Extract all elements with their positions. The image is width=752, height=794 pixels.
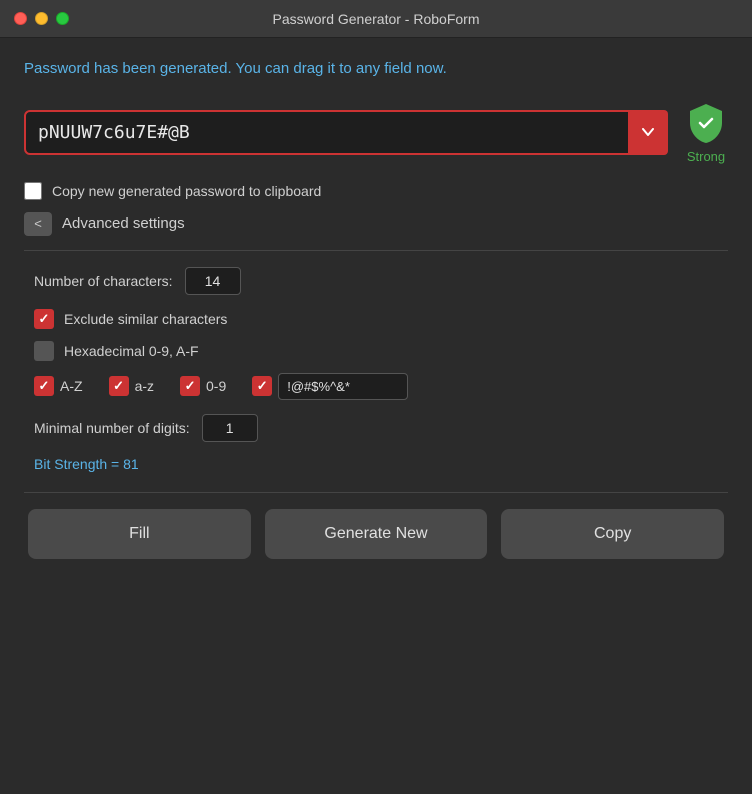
special-chars-group: ✓ xyxy=(252,373,408,400)
num-chars-row: Number of characters: xyxy=(34,267,728,295)
close-button[interactable] xyxy=(14,12,27,25)
digits-group: ✓ 0-9 xyxy=(180,376,226,396)
clipboard-checkbox-row: Copy new generated password to clipboard xyxy=(24,182,728,200)
shield-icon xyxy=(684,101,728,145)
password-row: Strong xyxy=(24,101,728,164)
maximize-button[interactable] xyxy=(56,12,69,25)
az-lower-group: ✓ a-z xyxy=(109,376,154,396)
strength-label: Strong xyxy=(687,149,725,164)
checkmark-icon: ✓ xyxy=(39,311,50,327)
minimize-button[interactable] xyxy=(35,12,48,25)
az-checkmark-icon: ✓ xyxy=(39,378,50,394)
num-chars-label: Number of characters: xyxy=(34,273,173,289)
exclude-similar-label: Exclude similar characters xyxy=(64,311,227,327)
clipboard-checkbox[interactable] xyxy=(24,182,42,200)
min-digits-label: Minimal number of digits: xyxy=(34,420,190,436)
digits-checkmark-icon: ✓ xyxy=(185,378,196,394)
main-content: Password has been generated. You can dra… xyxy=(0,38,752,579)
num-chars-input[interactable] xyxy=(185,267,241,295)
digits-label: 0-9 xyxy=(206,378,226,394)
bit-strength: Bit Strength = 81 xyxy=(34,456,728,472)
special-chars-input[interactable] xyxy=(278,373,408,400)
char-type-row: ✓ A-Z ✓ a-z ✓ 0-9 ✓ xyxy=(34,373,728,400)
az-lower-checkmark-icon: ✓ xyxy=(113,378,124,394)
password-dropdown-button[interactable] xyxy=(628,110,668,155)
hexadecimal-row: Hexadecimal 0-9, A-F xyxy=(34,341,728,361)
password-input-wrapper xyxy=(24,110,668,155)
status-message: Password has been generated. You can dra… xyxy=(24,58,728,81)
exclude-similar-row: ✓ Exclude similar characters xyxy=(34,309,728,329)
fill-button[interactable]: Fill xyxy=(28,509,251,559)
az-group: ✓ A-Z xyxy=(34,376,83,396)
min-digits-row: Minimal number of digits: xyxy=(34,414,728,442)
bottom-divider xyxy=(24,492,728,493)
password-input[interactable] xyxy=(24,110,668,155)
strength-indicator: Strong xyxy=(684,101,728,164)
hexadecimal-label: Hexadecimal 0-9, A-F xyxy=(64,343,199,359)
az-lower-checkbox[interactable]: ✓ xyxy=(109,376,129,396)
az-checkbox[interactable]: ✓ xyxy=(34,376,54,396)
hexadecimal-checkbox[interactable] xyxy=(34,341,54,361)
az-label: A-Z xyxy=(60,378,83,394)
window-title: Password Generator - RoboForm xyxy=(273,11,480,27)
min-digits-input[interactable] xyxy=(202,414,258,442)
action-buttons: Fill Generate New Copy xyxy=(24,509,728,559)
advanced-toggle-row: < Advanced settings xyxy=(24,212,728,236)
advanced-settings-label: Advanced settings xyxy=(62,215,185,232)
clipboard-checkbox-label[interactable]: Copy new generated password to clipboard xyxy=(52,183,321,199)
advanced-panel: Number of characters: ✓ Exclude similar … xyxy=(24,267,728,472)
window-controls xyxy=(14,12,69,25)
special-checkmark-icon: ✓ xyxy=(257,378,268,394)
special-chars-checkbox[interactable]: ✓ xyxy=(252,376,272,396)
exclude-similar-checkbox[interactable]: ✓ xyxy=(34,309,54,329)
toggle-icon: < xyxy=(34,216,42,231)
advanced-settings-toggle-button[interactable]: < xyxy=(24,212,52,236)
digits-checkbox[interactable]: ✓ xyxy=(180,376,200,396)
copy-button[interactable]: Copy xyxy=(501,509,724,559)
generate-new-button[interactable]: Generate New xyxy=(265,509,488,559)
title-bar: Password Generator - RoboForm xyxy=(0,0,752,38)
az-lower-label: a-z xyxy=(135,378,154,394)
divider-top xyxy=(24,250,728,251)
